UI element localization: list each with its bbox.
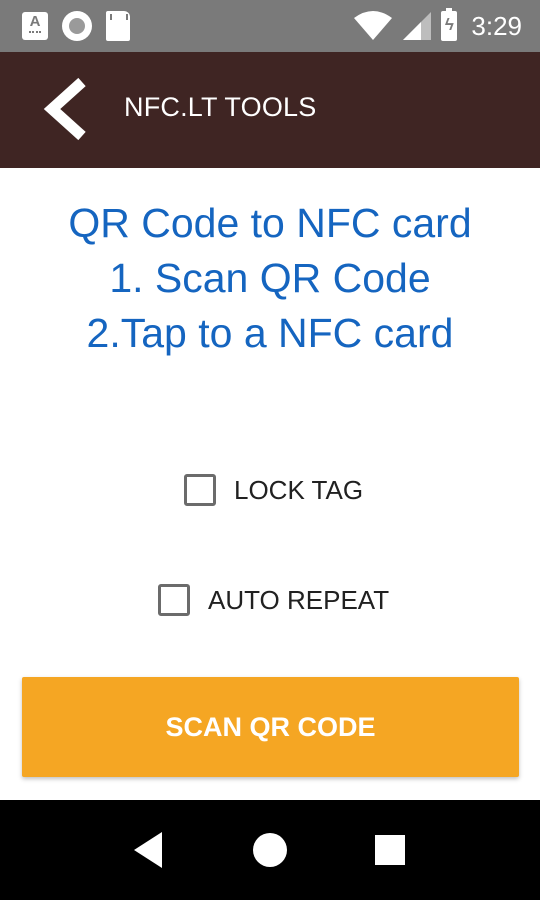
- lock-tag-option[interactable]: LOCK TAG: [184, 474, 363, 506]
- battery-charging-icon: ϟ: [441, 8, 458, 41]
- chevron-left-icon: [43, 77, 86, 141]
- auto-repeat-label: AUTO REPEAT: [208, 584, 390, 615]
- sd-card-icon: [106, 11, 130, 41]
- record-icon: [62, 11, 92, 41]
- nav-recents-icon[interactable]: [368, 828, 412, 872]
- page-title: NFC.LT TOOLS: [124, 92, 317, 122]
- instruction-step-2: 2.Tap to a NFC card: [86, 310, 454, 356]
- signal-icon: [403, 12, 432, 40]
- lock-tag-label: LOCK TAG: [234, 474, 364, 505]
- status-bar: A ϟ 3:29: [0, 0, 540, 52]
- instructions-text: QR Code to NFC card 1. Scan QR Code 2.Ta…: [0, 196, 540, 361]
- back-button[interactable]: [38, 76, 98, 142]
- app-screen: A ϟ 3:29 NFC.LT TOOLS QR Code to NFC car…: [0, 0, 540, 900]
- nav-home-icon[interactable]: [248, 828, 292, 872]
- app-bar: NFC.LT TOOLS: [0, 52, 540, 168]
- nav-back-icon[interactable]: [128, 828, 172, 872]
- a-badge-letter: A: [29, 13, 41, 30]
- scan-qr-code-button[interactable]: SCAN QR CODE: [22, 677, 519, 777]
- wifi-icon: [354, 11, 393, 40]
- navigation-bar: [0, 800, 540, 900]
- instruction-heading: QR Code to NFC card: [68, 200, 472, 246]
- instruction-step-1: 1. Scan QR Code: [109, 255, 431, 301]
- auto-repeat-checkbox[interactable]: [158, 584, 190, 616]
- status-bar-system: ϟ 3:29: [353, 6, 522, 46]
- status-bar-notifications: A: [22, 10, 130, 42]
- status-time: 3:29: [471, 10, 522, 41]
- auto-repeat-option[interactable]: AUTO REPEAT: [158, 584, 389, 616]
- a-badge-icon: A: [22, 12, 48, 40]
- lock-tag-checkbox[interactable]: [184, 474, 216, 506]
